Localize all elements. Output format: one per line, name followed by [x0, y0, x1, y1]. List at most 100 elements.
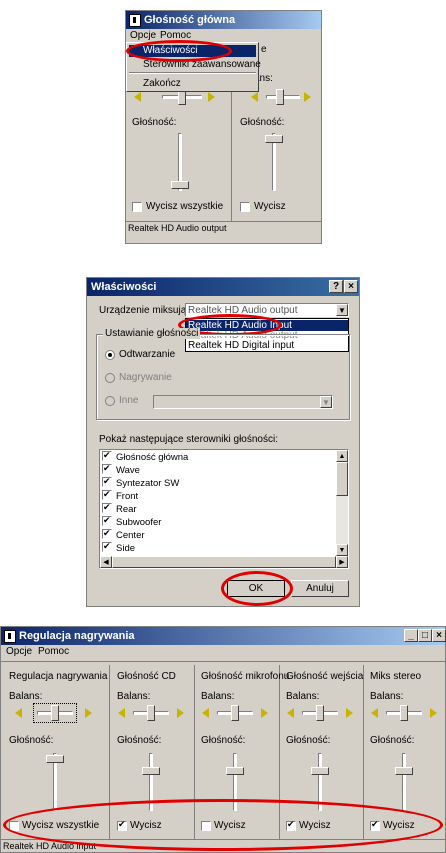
speaker-left-icon — [251, 92, 258, 102]
mute-checkbox[interactable] — [117, 819, 127, 831]
radio-playback[interactable] — [105, 350, 115, 360]
adjust-volume-group-label: Ustawianie głośności — [103, 328, 201, 339]
control-checkbox[interactable] — [102, 540, 112, 553]
volume-label: Głośność: — [286, 735, 331, 746]
speaker-right-icon — [261, 708, 268, 718]
partial-column-title: e — [261, 44, 267, 55]
master-volume-window: Głośność główna Opcje Pomoc e ans: Głośn… — [125, 10, 322, 244]
cancel-button[interactable]: Anuluj — [291, 580, 349, 597]
column-title: Miks stereo — [370, 671, 422, 682]
menu-help[interactable]: Pomoc — [160, 29, 191, 43]
radio-recording[interactable] — [105, 373, 115, 383]
column-title: Głośność wejścia — [286, 671, 364, 682]
radio-other-label: Inne — [119, 395, 139, 406]
mute-all-checkbox[interactable] — [9, 821, 19, 831]
close-button[interactable]: × — [432, 629, 446, 642]
balance-slider-thumb[interactable] — [400, 705, 408, 721]
list-item[interactable]: Syntezator SW — [102, 475, 179, 490]
control-checkbox[interactable] — [102, 449, 112, 462]
volume-slider-thumb[interactable] — [46, 755, 64, 763]
scroll-up-icon[interactable]: ▲ — [336, 450, 348, 462]
mixer-app-icon — [129, 14, 141, 27]
radio-other[interactable] — [105, 396, 115, 406]
scroll-right-icon[interactable]: ▶ — [336, 556, 348, 568]
volume-slider-track[interactable] — [402, 753, 406, 811]
radio-recording-label: Nagrywanie — [119, 372, 172, 383]
mute-all-checkbox[interactable] — [132, 202, 142, 212]
speaker-left-icon — [202, 708, 209, 718]
volume-slider-thumb[interactable] — [142, 767, 160, 775]
ok-button[interactable]: OK — [227, 580, 285, 597]
chevron-down-icon[interactable]: ▼ — [336, 304, 348, 316]
volume-slider-thumb[interactable] — [226, 767, 244, 775]
scroll-left-icon[interactable]: ◀ — [100, 556, 112, 568]
vertical-scrollbar[interactable]: ▲ ▼ — [336, 450, 348, 556]
mixer-app-icon — [4, 630, 16, 643]
maximize-button[interactable]: □ — [418, 629, 432, 642]
mute-label: Wycisz — [254, 201, 286, 212]
balance-slider-thumb[interactable] — [231, 705, 239, 721]
recording-control-window: Regulacja nagrywania _ □ × Opcje Pomoc R… — [0, 626, 446, 853]
control-checkbox[interactable] — [102, 501, 112, 514]
mute-label: Wycisz — [130, 820, 162, 831]
volume-slider-track[interactable] — [318, 753, 322, 811]
close-button[interactable]: × — [344, 280, 358, 293]
balance-label: Balans: — [9, 691, 43, 702]
control-checkbox[interactable] — [102, 462, 112, 475]
speaker-left-icon — [371, 708, 378, 718]
dialog-title-bar[interactable]: Właściwości — [87, 278, 359, 296]
horizontal-scrollbar[interactable]: ◀ ▶ — [100, 556, 348, 568]
column-title: Regulacja nagrywania — [9, 671, 108, 682]
control-checkbox[interactable] — [102, 488, 112, 501]
volume-slider-track[interactable] — [149, 753, 153, 811]
volume-slider-thumb[interactable] — [171, 181, 189, 189]
volume-slider-thumb[interactable] — [265, 135, 283, 143]
balance-label: Balans: — [117, 691, 151, 702]
window-title-bar[interactable]: Regulacja nagrywania — [1, 627, 445, 645]
balance-slider-thumb[interactable] — [51, 705, 59, 721]
list-item[interactable]: Głośność główna — [102, 449, 188, 464]
window-title: Regulacja nagrywania — [19, 630, 135, 642]
menu-item-advanced-controls[interactable]: Sterowniki zaawansowane — [143, 59, 261, 70]
speaker-right-icon — [208, 92, 215, 102]
scrollbar-thumb[interactable] — [336, 462, 348, 496]
balance-slider-thumb[interactable] — [316, 705, 324, 721]
volume-label: Głośność: — [240, 117, 285, 128]
window-title-bar[interactable]: Głośność główna — [126, 11, 321, 29]
balance-label: Balans: — [286, 691, 320, 702]
balance-slider-thumb[interactable] — [276, 89, 284, 105]
menu-options[interactable]: Opcje — [130, 29, 156, 43]
mute-all-label: Wycisz wszystkie — [146, 201, 224, 212]
control-checkbox[interactable] — [102, 514, 112, 527]
help-button[interactable]: ? — [329, 280, 343, 293]
status-bar: Realtek HD Audio input — [1, 839, 445, 851]
speaker-right-icon — [304, 92, 311, 102]
volume-slider-thumb[interactable] — [395, 767, 413, 775]
balance-slider-thumb[interactable] — [147, 705, 155, 721]
list-item[interactable]: Subwoofer — [102, 514, 161, 529]
scroll-down-icon[interactable]: ▼ — [336, 544, 348, 556]
mute-checkbox[interactable] — [240, 202, 250, 212]
minimize-button[interactable]: _ — [404, 629, 418, 642]
chevron-down-icon[interactable]: ▼ — [320, 396, 332, 408]
volume-slider-track[interactable] — [233, 753, 237, 811]
mute-checkbox[interactable] — [286, 819, 296, 831]
mute-checkbox[interactable] — [370, 819, 380, 831]
volume-slider-thumb[interactable] — [311, 767, 329, 775]
list-item[interactable]: Side — [102, 540, 135, 555]
menu-help[interactable]: Pomoc — [38, 645, 69, 659]
mute-label: Wycisz — [299, 820, 331, 831]
scrollbar-thumb[interactable] — [112, 556, 336, 568]
other-device-select[interactable]: ▼ — [153, 395, 333, 409]
show-controls-label: Pokaż następujące sterowniki głośności: — [99, 434, 278, 445]
menu-options[interactable]: Opcje — [6, 645, 32, 659]
mute-checkbox[interactable] — [201, 821, 211, 831]
speaker-left-icon — [118, 708, 125, 718]
volume-label: Głośność: — [117, 735, 162, 746]
menu-item-properties[interactable]: Właściwości — [129, 45, 256, 57]
menu-item-exit[interactable]: Zakończ — [143, 78, 181, 89]
dialog-title: Właściwości — [91, 281, 157, 293]
mixer-device-select[interactable]: Realtek HD Audio output ▼ — [185, 303, 349, 317]
control-checkbox[interactable] — [102, 527, 112, 540]
control-checkbox[interactable] — [102, 475, 112, 488]
